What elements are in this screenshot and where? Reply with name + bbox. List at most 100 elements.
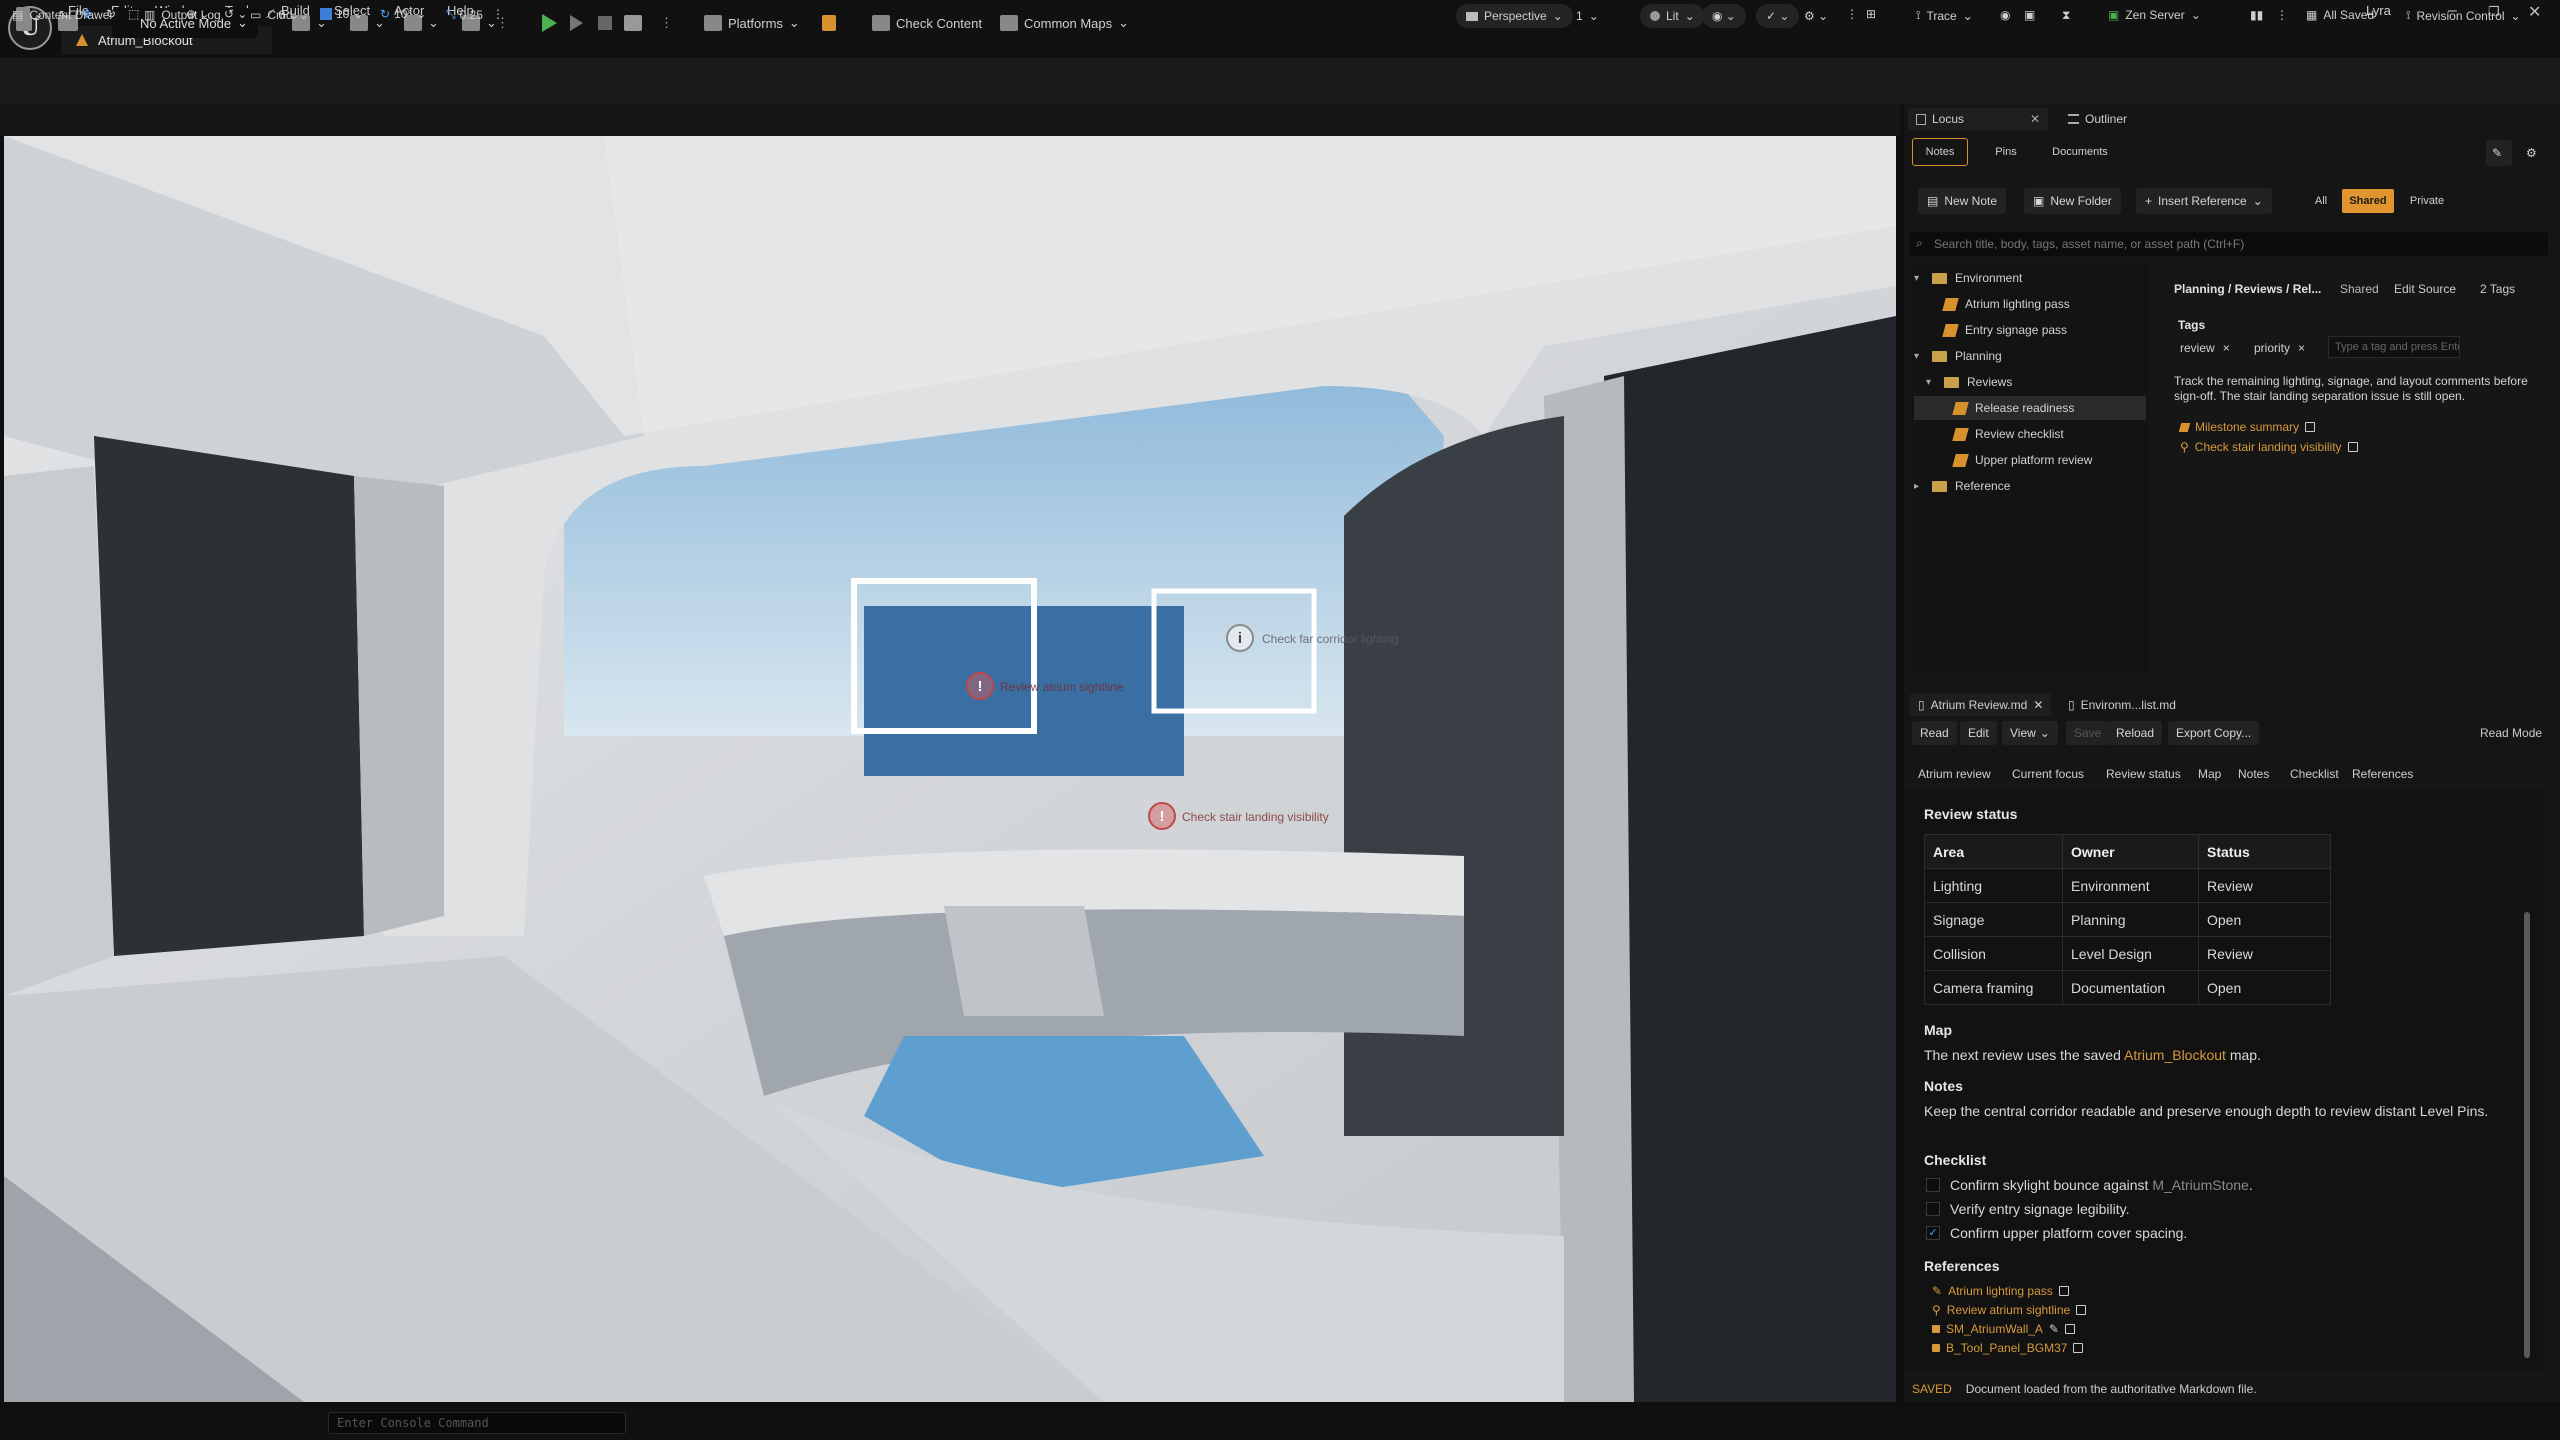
map-link[interactable]: Atrium_Blockout bbox=[2124, 1047, 2226, 1063]
viewport-options-icon[interactable]: ⋮ bbox=[1846, 7, 1858, 21]
common-maps-button[interactable]: Common Maps ⌄ bbox=[1000, 8, 1129, 38]
surface-snap-icon[interactable]: ↺ ⌄ bbox=[224, 7, 247, 21]
check-content-button[interactable]: Check Content bbox=[872, 8, 982, 38]
read-button[interactable]: Read bbox=[1912, 721, 1957, 745]
doc-nav-link[interactable]: Current focus bbox=[2012, 767, 2084, 781]
gear-icon[interactable]: ⚙ bbox=[2520, 140, 2546, 166]
eject-icon[interactable] bbox=[624, 8, 642, 38]
tree-note[interactable]: Atrium lighting pass bbox=[1942, 292, 2070, 316]
filter-shared[interactable]: Shared bbox=[2342, 189, 2394, 213]
view-button[interactable]: View ⌄ bbox=[2002, 721, 2058, 745]
edit-icon[interactable]: ✎ bbox=[2049, 1322, 2059, 1336]
zen-server-button[interactable]: ▣ Zen Server ⌄ bbox=[2108, 8, 2201, 22]
doc-nav-link[interactable]: Map bbox=[2198, 767, 2221, 781]
tag-chip[interactable]: review × bbox=[2180, 338, 2230, 358]
tab-locus[interactable]: Locus ✕ bbox=[1908, 108, 2048, 130]
pin-warning-icon[interactable]: ! bbox=[1148, 802, 1176, 830]
scale-mode-icon[interactable]: ⬚ bbox=[128, 7, 139, 21]
new-note-button[interactable]: ▤ New Note bbox=[1918, 188, 2007, 214]
show-flags-icon[interactable]: ◉ ⌄ bbox=[1702, 4, 1746, 28]
tag-chip[interactable]: priority × bbox=[2254, 338, 2305, 358]
insert-reference-button[interactable]: + Insert Reference ⌄ bbox=[2136, 188, 2272, 214]
settings-doc-icon[interactable] bbox=[822, 8, 836, 38]
step-icon[interactable] bbox=[570, 8, 583, 38]
play-options-icon[interactable]: ⋮ bbox=[660, 8, 673, 38]
performance-icon[interactable]: ✓ ⌄ bbox=[1756, 4, 1800, 28]
document-scrollbar[interactable] bbox=[2524, 912, 2530, 1358]
edit-button[interactable]: Edit bbox=[1960, 721, 1997, 745]
viewport-layout-button[interactable]: 1 ⌄ bbox=[1566, 4, 1609, 28]
note-link[interactable]: Milestone summary bbox=[2178, 420, 2316, 434]
tab-outliner[interactable]: Outliner bbox=[2068, 108, 2127, 130]
viewport-more-icon[interactable]: ⋮ bbox=[492, 7, 504, 21]
reload-button[interactable]: Reload bbox=[2108, 721, 2163, 745]
reference-link[interactable]: B_Tool_Panel_BGM37 bbox=[1932, 1341, 2084, 1355]
doc-nav-link[interactable]: Checklist bbox=[2290, 767, 2339, 781]
screenshot-icon[interactable]: ▣ bbox=[2024, 8, 2035, 22]
copy-icon[interactable] bbox=[2305, 422, 2316, 432]
perspective-button[interactable]: Perspective ⌄ bbox=[1456, 4, 1573, 28]
checkbox[interactable] bbox=[1926, 1178, 1940, 1192]
copy-icon[interactable] bbox=[2347, 442, 2358, 452]
subtab-pins[interactable]: Pins bbox=[1984, 138, 2028, 166]
subtab-documents[interactable]: Documents bbox=[2040, 138, 2120, 166]
export-copy-button[interactable]: Export Copy... bbox=[2168, 721, 2260, 745]
platforms-button[interactable]: Platforms ⌄ bbox=[704, 8, 800, 38]
filter-all[interactable]: All bbox=[2306, 189, 2336, 213]
tree-folder-environment[interactable]: ▾ Environment bbox=[1914, 266, 2022, 290]
save-button[interactable]: Save bbox=[2066, 721, 2110, 745]
checkbox[interactable] bbox=[1926, 1202, 1940, 1216]
tree-folder-planning[interactable]: ▾ Planning bbox=[1914, 344, 2002, 368]
reference-link[interactable]: ✎ Atrium lighting pass bbox=[1932, 1284, 2069, 1298]
edit-source-button[interactable]: Edit Source bbox=[2394, 282, 2456, 296]
subtab-notes[interactable]: Notes bbox=[1912, 138, 1968, 166]
tree-folder-reviews[interactable]: ▾ Reviews bbox=[1926, 370, 2012, 394]
pin-info-icon[interactable]: i bbox=[1226, 624, 1254, 652]
grid-snap[interactable]: 10 ⌄ bbox=[320, 7, 363, 21]
doc-nav-link[interactable]: Atrium review bbox=[1918, 767, 1991, 781]
new-folder-button[interactable]: ▣ New Folder bbox=[2024, 188, 2121, 214]
viewport-maximize-icon[interactable]: ⊞ bbox=[1866, 7, 1876, 21]
tree-note[interactable]: Review checklist bbox=[1952, 422, 2064, 446]
play-icon[interactable] bbox=[542, 8, 557, 38]
stats-icon[interactable]: ▮▮ bbox=[2250, 8, 2263, 22]
stop-icon[interactable] bbox=[598, 8, 612, 38]
doc-tab[interactable]: ▯ Environm...list.md bbox=[2068, 694, 2176, 716]
copy-icon[interactable] bbox=[2058, 1286, 2069, 1296]
reference-link[interactable]: ⚲ Review atrium sightline bbox=[1932, 1303, 2087, 1317]
remove-tag-icon[interactable]: × bbox=[2223, 341, 2230, 355]
pin-link[interactable]: ⚲ Check stair landing visibility bbox=[2180, 440, 2358, 454]
remove-tag-icon[interactable]: × bbox=[2298, 341, 2305, 355]
rotation-snap[interactable]: ↻ 10° ⌄ bbox=[380, 7, 426, 21]
output-log-button[interactable]: ▥ Output Log bbox=[144, 8, 221, 22]
doc-nav-link[interactable]: References bbox=[2352, 767, 2413, 781]
edit-icon[interactable]: ✎ bbox=[2486, 140, 2512, 166]
doc-tab-active[interactable]: ▯ Atrium Review.md ✕ bbox=[1910, 694, 2052, 716]
tree-folder-reference[interactable]: ▸ Reference bbox=[1914, 474, 2010, 498]
close-icon[interactable]: ✕ bbox=[2528, 2, 2541, 22]
copy-icon[interactable] bbox=[2073, 1343, 2084, 1353]
lit-button[interactable]: Lit ⌄ bbox=[1640, 4, 1705, 28]
reference-link[interactable]: SM_AtriumWall_A ✎ bbox=[1932, 1322, 2075, 1336]
close-tab-icon[interactable]: ✕ bbox=[2033, 698, 2043, 712]
tag-input[interactable]: Type a tag and press Enter bbox=[2328, 336, 2460, 358]
checklist-link[interactable]: M_AtriumStone bbox=[2152, 1177, 2248, 1193]
console-input[interactable]: Enter Console Command bbox=[328, 1412, 626, 1434]
search-input[interactable]: ⌕ Search title, body, tags, asset name, … bbox=[1910, 232, 2548, 256]
pin-warning-icon[interactable]: ! bbox=[966, 672, 994, 700]
doc-nav-link[interactable]: Notes bbox=[2238, 767, 2269, 781]
copy-icon[interactable] bbox=[2076, 1305, 2087, 1315]
tree-note[interactable]: Entry signage pass bbox=[1942, 318, 2067, 342]
revision-control-button[interactable]: ⟟ Revision Control ⌄ bbox=[2406, 8, 2521, 23]
doc-nav-link[interactable]: Review status bbox=[2106, 767, 2181, 781]
content-drawer-button[interactable]: ▤ Content Drawer bbox=[12, 8, 113, 22]
close-tab-icon[interactable]: ✕ bbox=[2030, 112, 2040, 126]
bottom-more-icon[interactable]: ⋮ bbox=[2276, 8, 2288, 22]
level-viewport[interactable]: ! Review atrium sightline i Check far co… bbox=[4, 136, 1896, 1402]
derived-data-icon[interactable]: ⧗ bbox=[2062, 8, 2070, 23]
copy-icon[interactable] bbox=[2064, 1324, 2075, 1334]
tree-note-selected[interactable]: Release readiness bbox=[1914, 396, 2146, 420]
tree-note[interactable]: Upper platform review bbox=[1952, 448, 2092, 472]
checkbox-checked[interactable]: ✓ bbox=[1926, 1226, 1940, 1240]
all-saved-button[interactable]: ▦ All Saved bbox=[2306, 8, 2374, 22]
